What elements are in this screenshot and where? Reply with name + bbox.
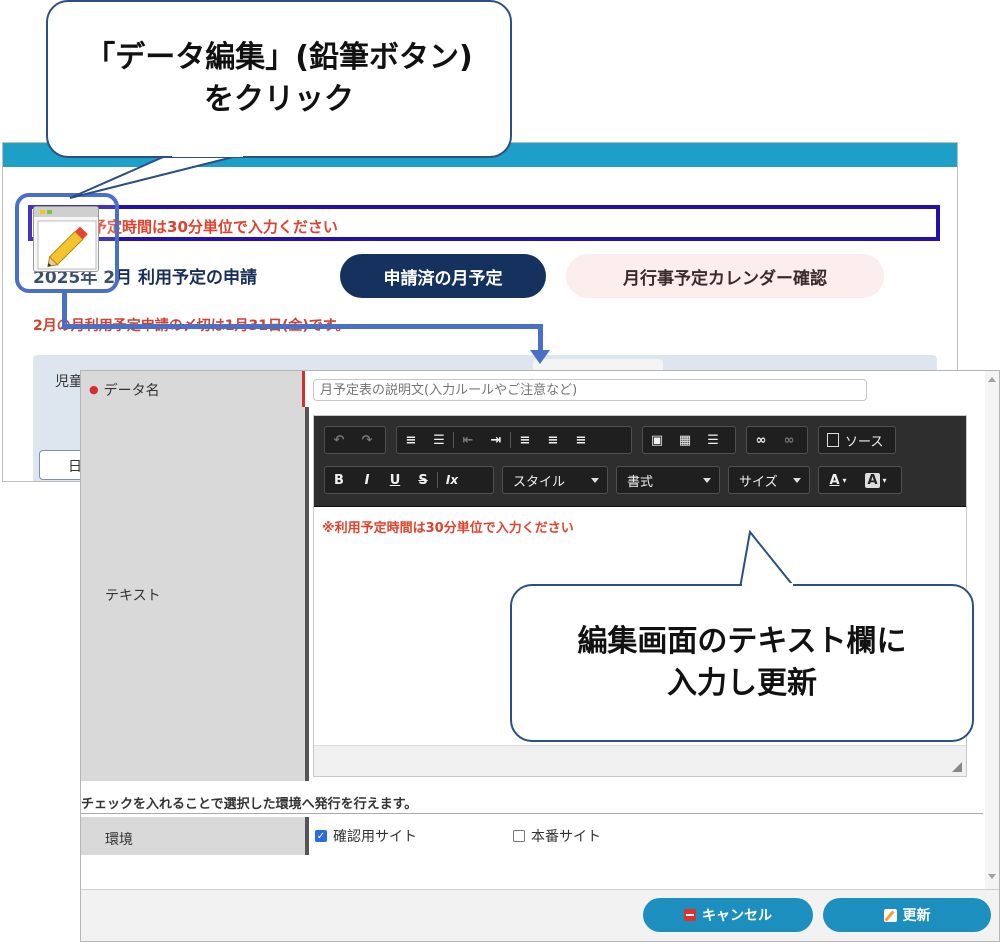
callout-click-pencil: 「データ編集」(鉛筆ボタン) をクリック	[46, 0, 512, 158]
callout-line: 編集画面のテキスト欄に	[577, 624, 907, 659]
tail-join	[742, 583, 793, 587]
callout-line: 入力し更新	[667, 666, 817, 701]
callout-enter-text: 編集画面のテキスト欄に 入力し更新	[510, 584, 974, 742]
callout-line: をクリック	[204, 82, 354, 117]
tail-join	[172, 153, 243, 157]
callout-line: 「データ編集」(鉛筆ボタン)	[85, 40, 473, 75]
